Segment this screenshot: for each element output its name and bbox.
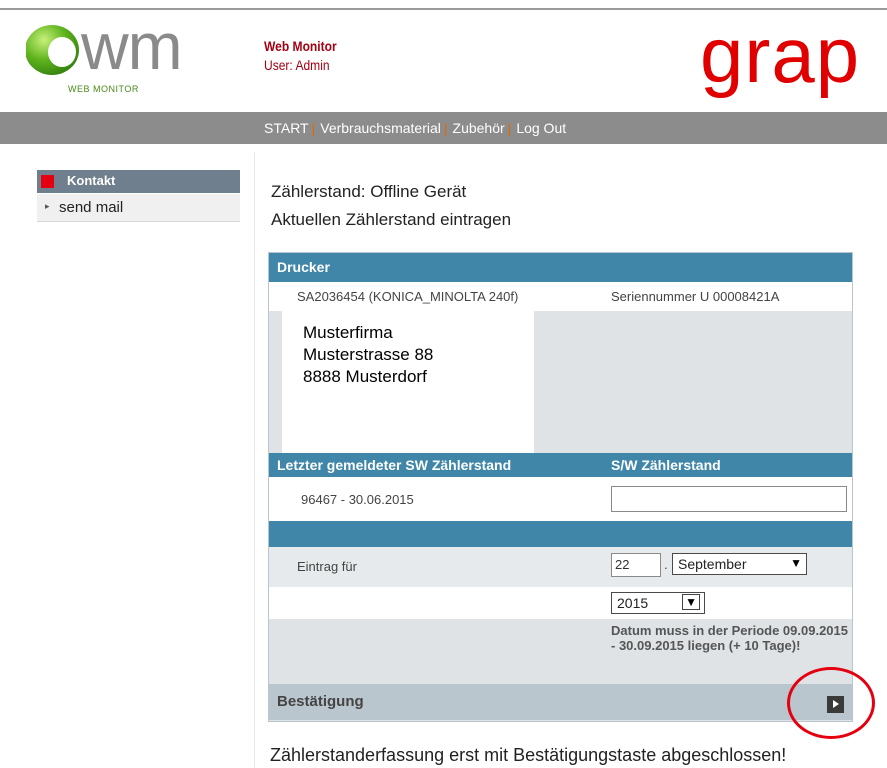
web-monitor-logo: wm WEB MONITOR [25,9,196,98]
day-input[interactable]: 22 [611,553,661,577]
nav-separator: | [443,120,448,136]
confirm-label: Bestätigung [277,693,364,710]
printer-header-label: Drucker [277,259,330,275]
reading-header: Letzter gemeldeter SW Zählerstand S/W Zä… [269,453,852,477]
nav-separator: | [507,120,512,136]
address-line: 8888 Musterdorf [303,367,427,386]
printer-header: Drucker [269,253,852,282]
date-separator: . [664,557,668,572]
main-navigation: START | Verbrauchsmaterial | Zubehör | Log Out [0,112,887,144]
logo-subtext: WEB MONITOR [68,84,139,94]
year-select[interactable]: 2015 ▼ [611,592,705,614]
page-subtitle: Aktuellen Zählerstand eintragen [271,210,512,229]
sidebar-section-kontakt: Kontakt [37,170,240,193]
chevron-down-icon: ▼ [790,556,802,570]
user-label: User: Admin [264,57,330,73]
device-row: SA2036454 (KONICA_MINOLTA 240f) Seriennu… [269,282,852,311]
nav-start[interactable]: START [264,120,309,136]
sidebar-item-send-mail[interactable]: ▸ send mail [37,194,240,222]
sw-reading-input[interactable] [611,486,847,512]
year-select-value: 2015 [617,595,649,611]
last-reading-header: Letzter gemeldeter SW Zählerstand [277,457,512,473]
reading-row: 96467 - 30.06.2015 [269,477,852,521]
serial-number: Seriennummer U 00008421A [611,289,780,304]
sidebar-section-title: Kontakt [67,173,116,188]
logo-wordmark: wm [81,9,183,83]
sidebar-item-label: send mail [59,199,124,216]
customer-address: Musterfirma Musterstrasse 88 8888 Muster… [281,311,534,453]
sw-reading-header: S/W Zählerstand [611,457,721,473]
confirm-bar: Bestätigung [269,684,852,720]
highlight-circle-annotation [787,667,875,739]
footer-message: Zählerstanderfassung erst mit Bestätigun… [270,745,787,765]
last-reading-value: 96467 - 30.06.2015 [301,492,414,507]
app-title: Web Monitor [264,38,337,54]
device-name: SA2036454 (KONICA_MINOLTA 240f) [297,289,519,304]
entry-row: Eintrag für 22 . September ▼ [269,547,852,587]
page-title: Zählerstand: Offline Gerät [271,182,467,201]
address-line: Musterstrasse 88 [303,345,434,364]
nav-zubehoer[interactable]: Zubehör [453,120,505,136]
meter-reading-form: Drucker SA2036454 (KONICA_MINOLTA 240f) … [268,252,853,722]
year-row: 2015 ▼ [269,587,852,619]
chevron-down-icon: ▼ [682,594,700,610]
red-square-icon [41,175,54,188]
date-period-note: Datum muss in der Periode 09.09.2015 - 3… [611,623,848,653]
content-divider [254,152,255,768]
brand-logo-text: grap [700,11,861,99]
month-select[interactable]: September ▼ [672,553,807,575]
nav-separator: | [311,120,316,136]
entry-label: Eintrag für [297,559,357,574]
chevron-right-icon: ▸ [45,201,50,211]
month-select-value: September [678,556,747,572]
address-line: Musterfirma [303,323,393,342]
empty-header-bar [269,521,852,547]
nav-logout[interactable]: Log Out [516,120,566,136]
nav-verbrauchsmaterial[interactable]: Verbrauchsmaterial [320,120,441,136]
